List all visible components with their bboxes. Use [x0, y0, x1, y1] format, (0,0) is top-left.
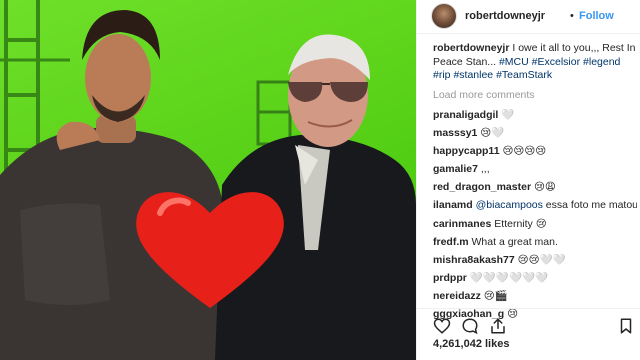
comment-username[interactable]: red_dragon_master — [433, 181, 531, 193]
comment-text: ,,, — [480, 163, 490, 176]
comment-item: gamalie7 ,,, — [433, 163, 637, 178]
person-left — [0, 10, 230, 360]
comment-item: masssy1 😢🤍 — [433, 127, 637, 142]
comments-section: robertdowneyjr I owe it all to you,,, Re… — [433, 42, 637, 326]
comment-text: 😢🤍 — [480, 127, 505, 140]
comment-username[interactable]: happycapp11 — [433, 145, 500, 157]
hashtag[interactable]: #Excelsior — [532, 56, 580, 68]
post-header: robertdowneyjr • Follow — [417, 0, 640, 34]
comment-item: fredf.m What a great man. — [433, 236, 637, 251]
post-sidebar: robertdowneyjr • Follow robertdowneyjr I… — [416, 0, 640, 360]
avatar[interactable] — [431, 3, 457, 29]
comment-text: 😢😢😢😢 — [502, 145, 547, 158]
post-photo — [0, 0, 416, 360]
post-caption: robertdowneyjr I owe it all to you,,, Re… — [433, 42, 637, 83]
comment-text: 😢😢🤍🤍 — [517, 253, 566, 266]
comment-text: essa foto me matou — [542, 199, 637, 212]
comment-username[interactable]: pranaligadgil — [433, 109, 498, 121]
comment-text: 🤍🤍🤍🤍🤍🤍 — [469, 271, 549, 284]
scaffold-right — [256, 80, 292, 146]
comment-item: prdppr 🤍🤍🤍🤍🤍🤍 — [433, 272, 637, 287]
bookmark-icon[interactable] — [617, 317, 635, 335]
comment-username[interactable]: carinmanes — [433, 218, 491, 230]
comment-username[interactable]: prdppr — [433, 272, 467, 284]
comment-text: What a great man. — [471, 235, 558, 248]
hashtag[interactable]: #legend — [583, 56, 620, 68]
hashtag[interactable]: #MCU — [499, 56, 529, 68]
separator-dot: • — [570, 10, 574, 22]
hashtag[interactable]: #TeamStark — [496, 69, 552, 81]
comment-text: 😢🎬 — [483, 289, 508, 302]
comment-text: 😢😩 — [533, 181, 556, 194]
comment-item: ilanamd @biacampoos essa foto me matou — [433, 199, 637, 214]
post-username[interactable]: robertdowneyjr — [465, 10, 545, 22]
post-actions-bar — [417, 308, 640, 338]
follow-button[interactable]: Follow — [579, 10, 614, 22]
load-more-comments-link[interactable]: Load more comments — [433, 89, 637, 103]
comment-mention[interactable]: @biacampoos — [476, 199, 543, 211]
comment-username[interactable]: nereidazz — [433, 290, 481, 302]
comment-item: happycapp11 😢😢😢😢 — [433, 145, 637, 160]
comment-item: red_dragon_master 😢😩 — [433, 181, 637, 196]
caption-username[interactable]: robertdowneyjr — [433, 42, 509, 54]
likes-count[interactable]: 4,261,042 likes — [433, 338, 509, 350]
comment-username[interactable]: mishra8akash77 — [433, 254, 515, 266]
comment-text: Etternity 😢 — [494, 217, 547, 230]
comment-item: pranaligadgil 🤍 — [433, 109, 637, 124]
share-arrow-icon[interactable] — [489, 317, 507, 335]
hashtag[interactable]: #stanlee — [453, 69, 493, 81]
heart-outline-icon[interactable] — [433, 317, 451, 335]
speech-bubble-icon[interactable] — [461, 317, 479, 335]
comment-username[interactable]: gamalie7 — [433, 163, 478, 175]
comment-username[interactable]: masssy1 — [433, 127, 477, 139]
comment-item: carinmanes Etternity 😢 — [433, 218, 637, 233]
comment-item: mishra8akash77 😢😢🤍🤍 — [433, 254, 637, 269]
comment-username[interactable]: ilanamd — [433, 199, 473, 211]
comment-username[interactable]: fredf.m — [433, 236, 469, 248]
hashtag[interactable]: #rip — [433, 69, 451, 81]
photo-scene — [0, 0, 416, 360]
comment-text: 🤍 — [501, 109, 515, 121]
comment-item: nereidazz 😢🎬 — [433, 290, 637, 305]
